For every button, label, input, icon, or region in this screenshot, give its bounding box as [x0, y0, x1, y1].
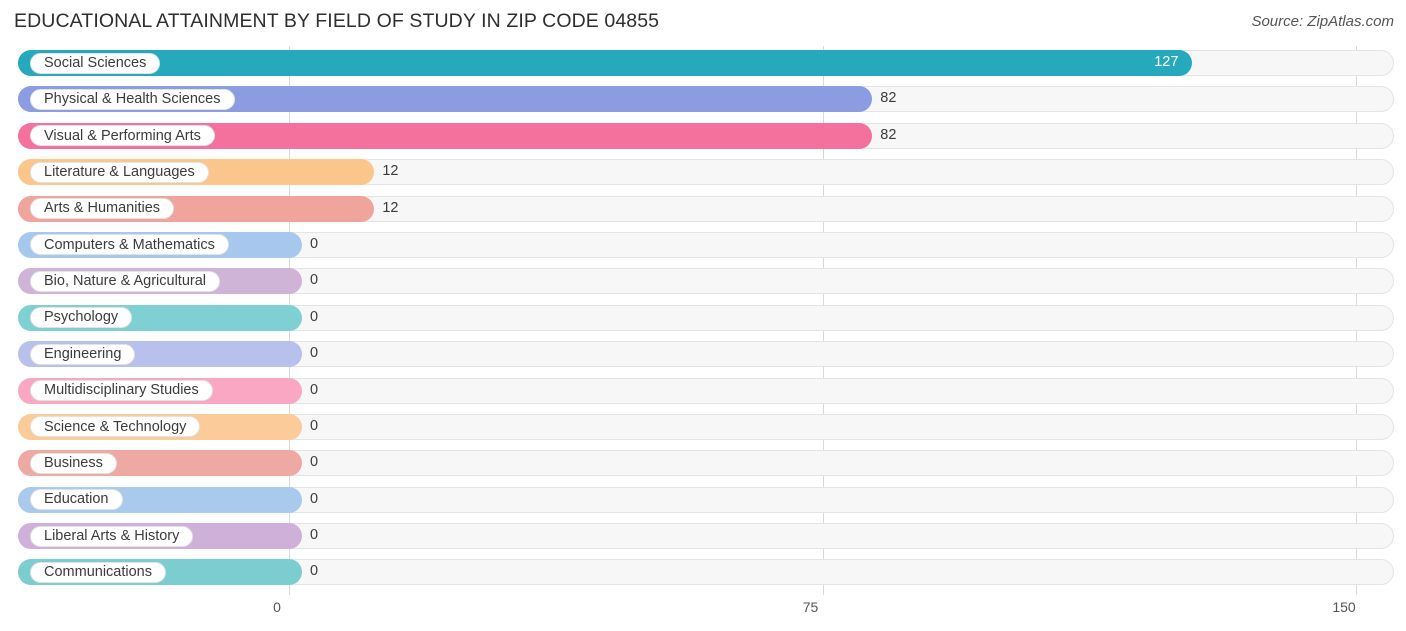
value-label: 12 [382, 163, 399, 180]
bar-row[interactable]: Social Sciences 127 [0, 46, 1406, 82]
bar-row[interactable]: Physical & Health Sciences 82 [0, 82, 1406, 118]
category-pill: Liberal Arts & History [30, 525, 194, 547]
category-pill: Communications [30, 561, 166, 583]
bar-row[interactable]: Arts & Humanities 12 [0, 192, 1406, 228]
value-label: 0 [310, 381, 319, 398]
x-tick-label: 150 [1332, 599, 1356, 615]
category-label: Social Sciences [44, 54, 147, 71]
category-pill: Bio, Nature & Agricultural [30, 270, 220, 292]
category-label: Multidisciplinary Studies [44, 382, 199, 399]
bar-row[interactable]: Multidisciplinary Studies 0 [0, 374, 1406, 410]
value-label: 0 [310, 490, 319, 507]
bar-row[interactable]: Literature & Languages 12 [0, 155, 1406, 191]
value-label: 0 [310, 308, 319, 325]
x-tick-label: 0 [273, 599, 281, 615]
category-pill: Psychology [30, 307, 133, 329]
category-label: Visual & Performing Arts [44, 127, 201, 144]
category-pill: Science & Technology [30, 416, 201, 438]
category-label: Communications [44, 564, 152, 581]
category-label: Psychology [44, 309, 119, 326]
category-label: Bio, Nature & Agricultural [44, 273, 206, 290]
value-label: 0 [310, 345, 319, 362]
bar-row[interactable]: Visual & Performing Arts 82 [0, 119, 1406, 155]
category-label: Liberal Arts & History [44, 527, 180, 544]
bar-row[interactable]: Engineering 0 [0, 337, 1406, 373]
bar-row[interactable]: Bio, Nature & Agricultural 0 [0, 264, 1406, 300]
source-attribution: Source: ZipAtlas.com [1251, 13, 1394, 30]
category-pill: Social Sciences [30, 52, 161, 74]
bar-rows: Social Sciences 127 Physical & Health Scie… [0, 46, 1406, 592]
value-label: 0 [310, 527, 319, 544]
category-pill: Physical & Health Sciences [30, 88, 235, 110]
bar-row[interactable]: Science & Technology 0 [0, 410, 1406, 446]
category-label: Science & Technology [44, 418, 187, 435]
category-label: Physical & Health Sciences [44, 91, 221, 108]
category-pill: Multidisciplinary Studies [30, 380, 213, 402]
category-label: Education [44, 491, 109, 508]
category-label: Computers & Mathematics [44, 236, 215, 253]
value-label: 0 [310, 417, 319, 434]
value-label: 82 [880, 90, 897, 107]
plot-area: Social Sciences 127 Physical & Health Scie… [0, 46, 1406, 595]
value-bar[interactable] [18, 50, 1193, 76]
value-label: 82 [880, 126, 897, 143]
category-pill: Arts & Humanities [30, 198, 175, 220]
bar-row[interactable]: Liberal Arts & History 0 [0, 519, 1406, 555]
value-label: 0 [310, 454, 319, 471]
category-pill: Visual & Performing Arts [30, 125, 215, 147]
chart-page: EDUCATIONAL ATTAINMENT BY FIELD OF STUDY… [0, 0, 1406, 631]
page-title: EDUCATIONAL ATTAINMENT BY FIELD OF STUDY… [14, 10, 660, 32]
bar-row[interactable]: Psychology 0 [0, 301, 1406, 337]
bar-row[interactable]: Communications 0 [0, 555, 1406, 591]
category-pill: Business [30, 452, 117, 474]
value-label: 0 [310, 563, 319, 580]
bar-row[interactable]: Business 0 [0, 446, 1406, 482]
category-label: Literature & Languages [44, 163, 195, 180]
value-label: 12 [382, 199, 399, 216]
x-axis: 0 75 150 [0, 595, 1406, 631]
chart-header: EDUCATIONAL ATTAINMENT BY FIELD OF STUDY… [0, 0, 1406, 46]
bar-row[interactable]: Education 0 [0, 483, 1406, 519]
value-label: 127 [1154, 54, 1179, 70]
x-tick-label: 75 [802, 599, 819, 615]
category-label: Arts & Humanities [44, 200, 161, 217]
category-pill: Education [30, 489, 123, 511]
category-label: Engineering [44, 345, 122, 362]
bar-row[interactable]: Computers & Mathematics 0 [0, 228, 1406, 264]
category-pill: Computers & Mathematics [30, 234, 229, 256]
value-label: 0 [310, 272, 319, 289]
category-label: Business [44, 455, 103, 472]
category-pill: Literature & Languages [30, 161, 209, 183]
value-label: 0 [310, 235, 319, 252]
category-pill: Engineering [30, 343, 136, 365]
